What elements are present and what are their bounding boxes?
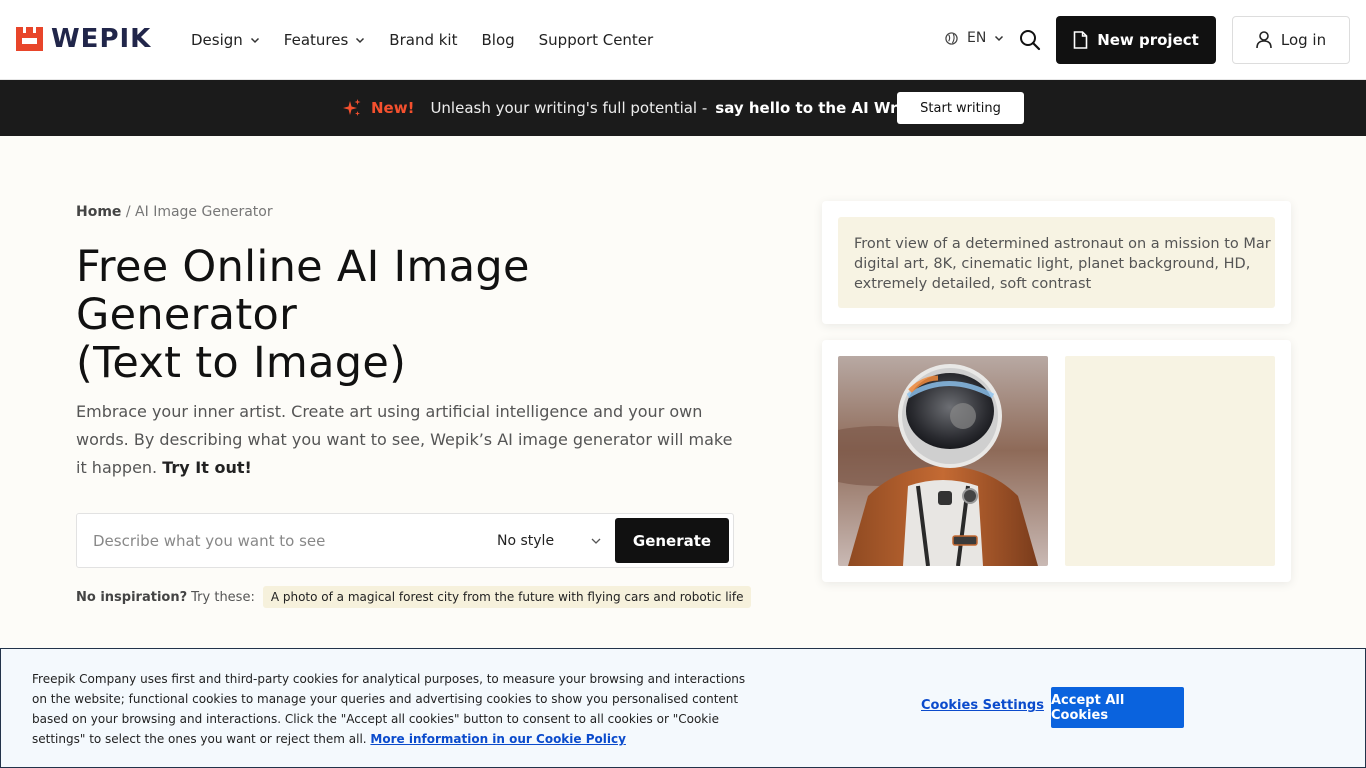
promo-content: New! Unleash your writing's full potenti… xyxy=(342,80,927,136)
inspiration-label: Try these: xyxy=(191,589,255,605)
inspiration-row: No inspiration? Try these: A photo of a … xyxy=(76,586,752,608)
promo-text: Unleash your writing's full potential - xyxy=(430,99,708,117)
wepik-logo[interactable]: WEPIK xyxy=(16,24,152,54)
promo-bold-text: say hello to the AI Writer xyxy=(715,99,928,117)
main-nav: Design Features Brand kit Blog Support C… xyxy=(191,0,677,80)
nav-item-brand-kit[interactable]: Brand kit xyxy=(389,31,457,49)
logo-text: WEPIK xyxy=(51,24,152,54)
promo-bar: New! Unleash your writing's full potenti… xyxy=(0,80,1366,136)
page-title: Free Online AI Image Generator (Text to … xyxy=(76,243,676,387)
prompt-line: extremely detailed, soft contrast xyxy=(854,276,1092,292)
generate-button[interactable]: Generate xyxy=(615,518,729,563)
cookie-banner: Freepik Company uses first and third-par… xyxy=(0,648,1366,768)
prompt-line: Front view of a determined astronaut on … xyxy=(854,236,1271,252)
generator-box: No style Generate xyxy=(76,513,734,568)
breadcrumb-separator: / xyxy=(125,204,131,220)
example-image-card xyxy=(822,340,1291,582)
style-select-value: No style xyxy=(497,533,555,549)
title-line: (Text to Image) xyxy=(76,338,407,388)
cookie-policy-link[interactable]: More information in our Cookie Policy xyxy=(370,732,626,746)
breadcrumb: Home / AI Image Generator xyxy=(76,204,273,220)
image-placeholder xyxy=(1065,356,1275,566)
nav-item-design[interactable]: Design xyxy=(191,31,260,49)
language-label: EN xyxy=(967,30,987,46)
site-header: WEPIK Design Features Brand kit Blog Sup… xyxy=(0,0,1366,80)
chevron-down-icon xyxy=(250,37,259,44)
nav-item-label: Brand kit xyxy=(389,31,458,49)
breadcrumb-home[interactable]: Home xyxy=(76,204,121,220)
globe-icon xyxy=(945,31,958,45)
wepik-logo-icon xyxy=(16,27,43,51)
try-it-out: Try It out! xyxy=(162,458,252,477)
hero-description: Embrace your inner artist. Create art us… xyxy=(76,398,736,482)
title-line: Free Online AI Image xyxy=(76,242,530,292)
example-prompt-text: Front view of a determined astronaut on … xyxy=(838,217,1275,308)
chevron-down-icon xyxy=(591,538,601,544)
inspiration-chip[interactable]: A photo of a magical forest city from th… xyxy=(262,586,752,608)
chevron-down-icon xyxy=(995,35,1004,42)
nav-item-label: Design xyxy=(191,31,243,49)
nav-item-features[interactable]: Features xyxy=(284,31,366,49)
prompt-input[interactable] xyxy=(93,528,473,554)
inspiration-bold-label: No inspiration? xyxy=(76,589,188,605)
astronaut-image xyxy=(838,356,1048,566)
sparkle-icon xyxy=(343,99,361,116)
example-prompt-card: Front view of a determined astronaut on … xyxy=(822,201,1291,324)
nav-item-support-center[interactable]: Support Center xyxy=(539,31,654,49)
login-button[interactable]: Log in xyxy=(1232,16,1350,64)
chevron-down-icon xyxy=(356,37,365,44)
new-project-button[interactable]: New project xyxy=(1056,16,1216,64)
style-select[interactable]: No style xyxy=(497,526,602,556)
breadcrumb-current: AI Image Generator xyxy=(135,204,273,220)
prompt-line: digital art, 8K, cinematic light, planet… xyxy=(854,256,1251,272)
cookie-text: Freepik Company uses first and third-par… xyxy=(32,669,762,749)
language-selector[interactable]: EN xyxy=(945,30,1004,46)
title-line: Generator xyxy=(76,290,298,340)
user-icon xyxy=(1256,31,1272,49)
login-label: Log in xyxy=(1280,31,1327,49)
start-writing-button[interactable]: Start writing xyxy=(897,92,1024,124)
nav-item-label: Support Center xyxy=(538,31,654,49)
new-project-label: New project xyxy=(1097,31,1199,49)
promo-new-label: New! xyxy=(371,99,415,117)
nav-item-blog[interactable]: Blog xyxy=(481,31,514,49)
nav-item-label: Features xyxy=(283,31,349,49)
cookie-settings-button[interactable]: Cookies Settings xyxy=(921,698,1044,713)
file-icon xyxy=(1073,31,1088,49)
nav-item-label: Blog xyxy=(481,31,515,49)
search-icon[interactable] xyxy=(1018,28,1042,52)
accept-all-cookies-button[interactable]: Accept All Cookies xyxy=(1051,687,1184,728)
